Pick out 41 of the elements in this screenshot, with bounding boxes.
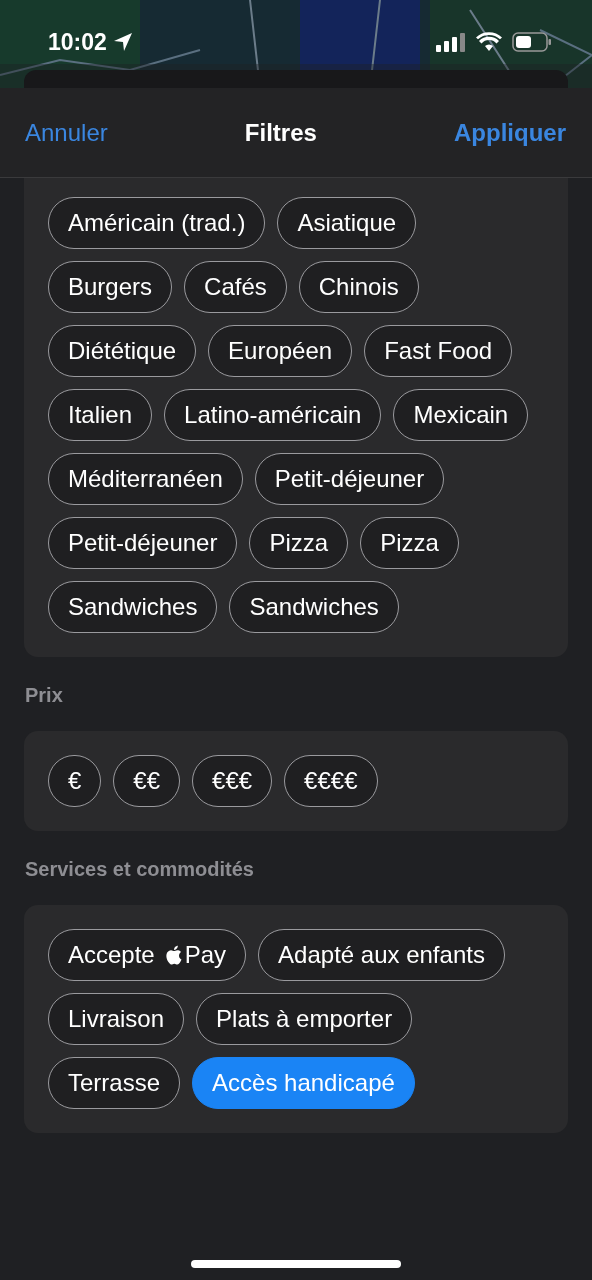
filter-chip[interactable]: Plats à emporter — [196, 993, 413, 1045]
status-time: 10:02 — [48, 28, 107, 56]
filter-chip[interactable]: Petit-déjeuner — [254, 453, 445, 505]
filter-chip[interactable]: Mexicain — [393, 389, 529, 441]
filter-chip[interactable]: €€€€ — [284, 755, 378, 807]
filter-chip[interactable]: Accès handicapé — [192, 1057, 415, 1109]
location-arrow-icon — [112, 32, 133, 52]
filter-chip[interactable]: Petit-déjeuner — [48, 517, 238, 569]
filter-chip[interactable]: Sandwiches — [48, 581, 218, 633]
section-title: Prix — [24, 683, 64, 708]
filter-chip[interactable]: Adapté aux enfants — [258, 929, 505, 981]
battery-icon — [512, 32, 552, 52]
filter-chip[interactable]: Américain (trad.) — [48, 197, 266, 249]
signal-icon — [436, 32, 466, 52]
chip-label: Accepte — [68, 941, 155, 969]
filter-chip[interactable]: €€ — [113, 755, 181, 807]
filter-chip[interactable]: Méditerranéen — [48, 453, 243, 505]
filter-chip[interactable]: Sandwiches — [229, 581, 399, 633]
filter-chip[interactable]: Chinois — [298, 261, 419, 313]
apply-link[interactable]: Appliquer — [454, 118, 566, 147]
filter-chip[interactable]: Pizza — [249, 517, 349, 569]
filter-chip[interactable]: Terrasse — [48, 1057, 181, 1109]
filter-chip[interactable]: €€€ — [192, 755, 273, 807]
wifi-icon — [476, 32, 502, 52]
filter-chip[interactable]: Livraison — [48, 993, 185, 1045]
filter-chip[interactable]: Accepte Pay — [48, 929, 247, 981]
filter-chip[interactable]: Pizza — [360, 517, 459, 569]
cancel-link[interactable]: Annuler — [25, 118, 108, 147]
filter-chip[interactable]: Italien — [48, 389, 153, 441]
filter-chip[interactable]: Européen — [208, 325, 353, 377]
filter-chip[interactable]: € — [48, 755, 102, 807]
filter-chip[interactable]: Diététique — [48, 325, 197, 377]
filter-chip[interactable]: Latino-américain — [164, 389, 382, 441]
chip-label: Pay — [184, 941, 227, 969]
apple-logo-icon — [164, 945, 182, 965]
filter-chip[interactable]: Fast Food — [364, 325, 513, 377]
filter-chip[interactable]: Burgers — [48, 261, 173, 313]
filter-chip[interactable]: Cafés — [184, 261, 287, 313]
filter-chip[interactable]: Asiatique — [277, 197, 417, 249]
section-title: Services et commodités — [24, 857, 255, 882]
sheet-title: Filtres — [244, 118, 317, 147]
